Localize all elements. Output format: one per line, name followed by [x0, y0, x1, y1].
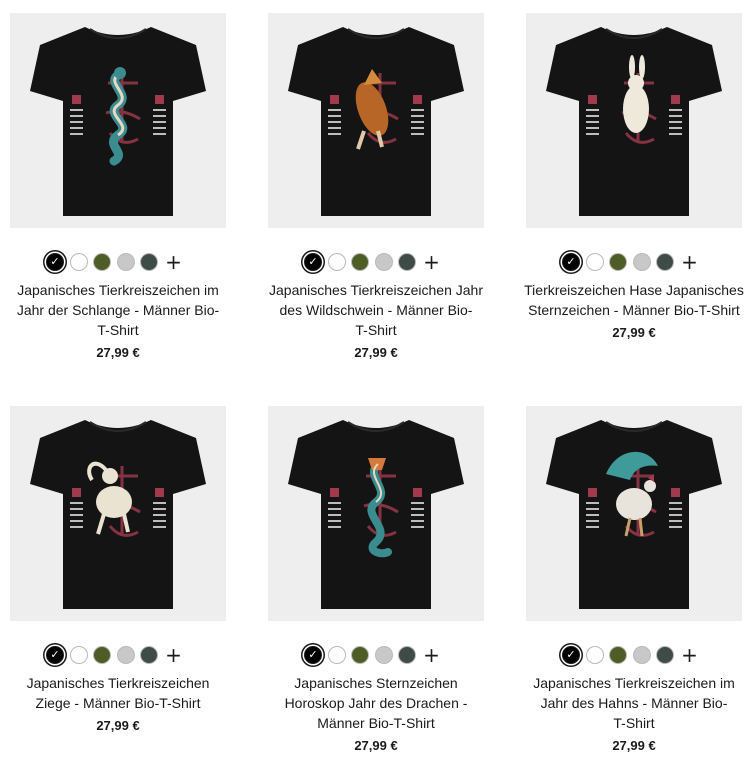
product-title-line: Ziege - Männer Bio-T-Shirt: [35, 695, 201, 711]
swatch-black[interactable]: ✓: [304, 646, 322, 664]
color-swatches: ✓ +: [46, 251, 183, 273]
swatch-dark-green-grey[interactable]: [140, 646, 158, 664]
swatch-olive[interactable]: [351, 253, 369, 271]
product-price: 27,99 €: [96, 718, 140, 733]
swatch-olive[interactable]: [93, 253, 111, 271]
rabbit-design-image: [546, 27, 722, 216]
product-title-line: T-Shirt: [613, 715, 655, 731]
swatch-dark-green-grey[interactable]: [140, 253, 158, 271]
swatch-light-grey[interactable]: [374, 253, 393, 271]
color-swatches: ✓ +: [304, 251, 441, 273]
swatch-dark-green-grey[interactable]: [398, 253, 416, 271]
swatch-light-grey[interactable]: [632, 253, 651, 271]
product-title[interactable]: Japanisches Tierkreiszeichen Jahr des Wil…: [258, 280, 494, 340]
swatch-light-grey[interactable]: [116, 253, 135, 271]
swatch-white[interactable]: [585, 253, 604, 271]
product-image[interactable]: [268, 13, 484, 228]
swatch-black[interactable]: ✓: [46, 253, 64, 271]
swatch-black[interactable]: ✓: [304, 253, 322, 271]
swatch-olive[interactable]: [351, 646, 369, 664]
swatch-olive[interactable]: [609, 646, 627, 664]
product-grid: ✓ + Japanisches Tierkreiszeichen im Jahr de…: [0, 0, 752, 773]
product-title-line: Japanisches Tierkreiszeichen im: [533, 675, 735, 691]
plus-icon[interactable]: +: [165, 645, 183, 665]
product-image[interactable]: [10, 406, 226, 621]
product-card: ✓ + Tierkreiszeichen Hase Japanisches Stern…: [524, 13, 752, 373]
product-image[interactable]: [526, 13, 742, 228]
swatch-white[interactable]: [69, 646, 88, 664]
swatch-white[interactable]: [327, 646, 346, 664]
swatch-black[interactable]: ✓: [46, 646, 64, 664]
rooster-design-image: [546, 420, 722, 609]
product-title-line: Jahr der Schlange - Männer Bio-: [16, 302, 220, 318]
product-title-line: Tierkreiszeichen Hase Japanisches: [524, 282, 744, 298]
product-title[interactable]: Tierkreiszeichen Hase Japanisches Sternze…: [516, 280, 752, 320]
product-title-line: Horoskop Jahr des Drachen -: [284, 695, 468, 711]
product-title[interactable]: Japanisches Sternzeichen Horoskop Jahr de…: [258, 673, 494, 733]
product-title-line: Japanisches Tierkreiszeichen: [26, 675, 210, 691]
goat-design-image: [30, 420, 206, 609]
plus-icon[interactable]: +: [165, 252, 183, 272]
product-image[interactable]: [526, 406, 742, 621]
product-title-line: T-Shirt: [355, 322, 397, 338]
plus-icon[interactable]: +: [423, 252, 441, 272]
product-title-line: Japanisches Tierkreiszeichen im: [17, 282, 219, 298]
swatch-white[interactable]: [327, 253, 346, 271]
swatch-black[interactable]: ✓: [562, 646, 580, 664]
check-icon: ✓: [50, 648, 60, 661]
product-title-line: Jahr des Hahns - Männer Bio-: [540, 695, 728, 711]
product-title[interactable]: Japanisches Tierkreiszeichen im Jahr des …: [516, 673, 752, 733]
swatch-dark-green-grey[interactable]: [398, 646, 416, 664]
color-swatches: ✓ +: [304, 644, 441, 666]
product-price: 27,99 €: [354, 345, 398, 360]
product-title-line: Sternzeichen - Männer Bio-T-Shirt: [528, 302, 740, 318]
check-icon: ✓: [566, 255, 576, 268]
dragon-design-image: [288, 420, 464, 609]
swatch-olive[interactable]: [93, 646, 111, 664]
product-card: ✓ + Japanisches Sternzeichen Horoskop Jahr …: [268, 406, 508, 766]
product-title-line: des Wildschwein - Männer Bio-: [279, 302, 473, 318]
product-card: ✓ + Japanisches Tierkreiszeichen im Jahr de…: [10, 13, 250, 373]
swatch-light-grey[interactable]: [374, 646, 393, 664]
product-title-line: Männer Bio-T-Shirt: [317, 715, 435, 731]
color-swatches: ✓ +: [562, 251, 699, 273]
product-card: ✓ + Japanisches Tierkreiszeichen im Jahr de…: [526, 406, 752, 766]
product-title-line: T-Shirt: [97, 322, 139, 338]
check-icon: ✓: [308, 255, 318, 268]
color-swatches: ✓ +: [46, 644, 183, 666]
product-title-line: Japanisches Tierkreiszeichen Jahr: [269, 282, 483, 298]
product-title[interactable]: Japanisches Tierkreiszeichen Ziege - Männ…: [0, 673, 236, 713]
swatch-white[interactable]: [585, 646, 604, 664]
check-icon: ✓: [566, 648, 576, 661]
product-price: 27,99 €: [354, 738, 398, 753]
product-price: 27,99 €: [612, 325, 656, 340]
check-icon: ✓: [308, 648, 318, 661]
check-icon: ✓: [50, 255, 60, 268]
swatch-dark-green-grey[interactable]: [656, 646, 674, 664]
swatch-black[interactable]: ✓: [562, 253, 580, 271]
product-card: ✓ + Japanisches Tierkreiszeichen Jahr des W…: [268, 13, 508, 373]
swatch-white[interactable]: [69, 253, 88, 271]
plus-icon[interactable]: +: [681, 252, 699, 272]
product-title-line: Japanisches Sternzeichen: [294, 675, 458, 691]
product-image[interactable]: [268, 406, 484, 621]
product-card: ✓ + Japanisches Tierkreiszeichen Ziege - Mä…: [10, 406, 250, 766]
product-title[interactable]: Japanisches Tierkreiszeichen im Jahr der …: [0, 280, 236, 340]
plus-icon[interactable]: +: [423, 645, 441, 665]
swatch-olive[interactable]: [609, 253, 627, 271]
snake-design-image: [30, 27, 206, 216]
color-swatches: ✓ +: [562, 644, 699, 666]
swatch-light-grey[interactable]: [116, 646, 135, 664]
swatch-dark-green-grey[interactable]: [656, 253, 674, 271]
boar-design-image: [288, 27, 464, 216]
plus-icon[interactable]: +: [681, 645, 699, 665]
product-price: 27,99 €: [96, 345, 140, 360]
swatch-light-grey[interactable]: [632, 646, 651, 664]
product-price: 27,99 €: [612, 738, 656, 753]
product-image[interactable]: [10, 13, 226, 228]
